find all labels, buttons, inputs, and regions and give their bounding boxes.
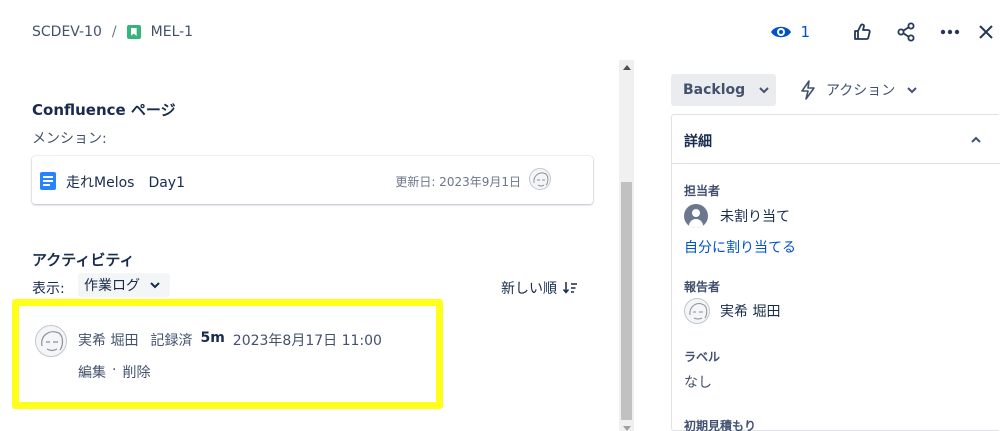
assignee-label: 担当者 — [684, 184, 721, 198]
header-actions: 1 — [770, 16, 1000, 48]
reporter-label: 報告者 — [684, 280, 721, 294]
scroll-up-arrow[interactable] — [621, 62, 632, 72]
show-label: 表示: — [32, 281, 65, 297]
details-header[interactable]: 詳細 — [672, 115, 1000, 164]
labels-label: ラベル — [684, 350, 721, 364]
sort-order-button[interactable]: 新しい順 — [501, 278, 577, 298]
reporter-field[interactable]: 実希 堀田 — [684, 298, 780, 324]
share-icon — [897, 22, 915, 42]
chevron-down-icon — [907, 86, 918, 93]
avatar — [529, 168, 551, 190]
more-icon — [940, 29, 960, 35]
confluence-page-updated: 更新日: 2023年9月1日 — [395, 175, 521, 189]
activity-section-title: アクティビティ — [32, 251, 135, 269]
assign-to-me-link[interactable]: 自分に割り当てる — [684, 237, 796, 257]
confluence-section-title: Confluence ページ — [32, 101, 176, 119]
close-icon — [979, 25, 993, 39]
labels-value[interactable]: なし — [684, 372, 712, 392]
share-button[interactable] — [890, 16, 922, 48]
reporter-value: 実希 堀田 — [720, 304, 781, 320]
activity-filter-value: 作業ログ — [84, 278, 140, 294]
chevron-down-icon — [759, 86, 769, 93]
chevron-up-icon — [971, 136, 981, 143]
details-title: 詳細 — [684, 134, 712, 150]
breadcrumb-issue-link[interactable]: MEL-1 — [151, 24, 193, 40]
scrollbar-thumb[interactable] — [621, 182, 632, 420]
watch-count: 1 — [800, 23, 810, 41]
sort-order-label: 新しい順 — [501, 281, 557, 297]
eye-icon — [771, 26, 792, 38]
assignee-field[interactable]: 未割り当て — [684, 204, 790, 228]
mention-label: メンション: — [32, 131, 107, 147]
breadcrumb: SCDEV-10 / MEL-1 — [32, 22, 193, 42]
status-dropdown[interactable]: Backlog — [671, 74, 776, 106]
activity-filter-select[interactable]: 作業ログ — [78, 273, 170, 297]
watch-button[interactable]: 1 — [770, 23, 810, 41]
close-button[interactable] — [978, 16, 1000, 48]
avatar — [684, 298, 710, 324]
unassigned-avatar — [684, 204, 708, 228]
vote-button[interactable] — [846, 16, 878, 48]
breadcrumb-project-link[interactable]: SCDEV-10 — [32, 24, 102, 40]
more-button[interactable] — [934, 16, 966, 48]
breadcrumb-separator: / — [111, 24, 117, 40]
status-value: Backlog — [683, 82, 746, 98]
actions-dropdown[interactable]: アクション — [800, 74, 918, 106]
confluence-page-card[interactable]: 走れMelos Day1 更新日: 2023年9月1日 — [32, 156, 593, 204]
estimate-label: 初期見積もり — [684, 419, 757, 431]
lightning-icon — [801, 80, 815, 100]
highlight-box — [12, 299, 443, 409]
thumbs-up-icon — [854, 23, 871, 40]
details-panel: 詳細 担当者 未割り当て 自分に割り当てる 報告者 実希 堀田 ラベル なし 初… — [671, 114, 1000, 431]
story-icon — [126, 25, 141, 39]
sort-icon — [563, 282, 577, 294]
confluence-page-title[interactable]: 走れMelos Day1 — [66, 172, 185, 192]
scroll-down-arrow[interactable] — [621, 423, 632, 431]
chevron-down-icon — [150, 281, 160, 288]
assignee-value: 未割り当て — [720, 209, 790, 225]
document-icon — [40, 172, 56, 190]
actions-label: アクション — [826, 83, 896, 99]
